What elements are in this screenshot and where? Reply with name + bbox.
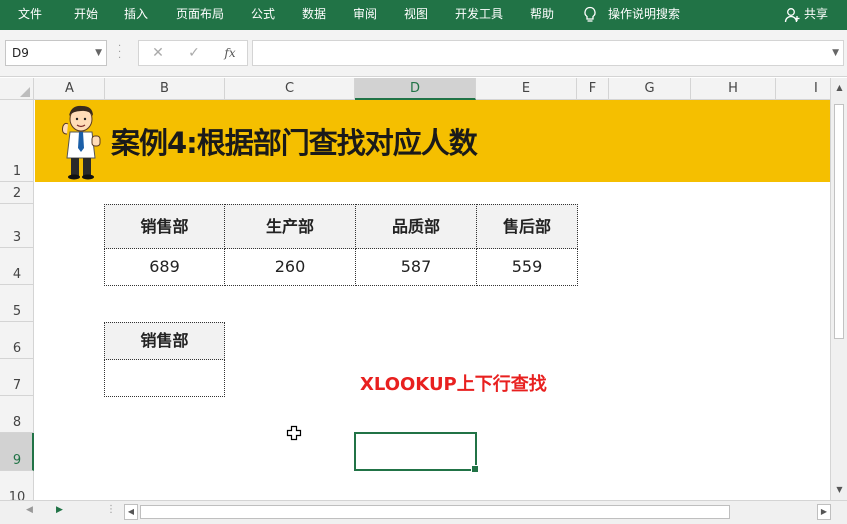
table-value-cell[interactable]: 689	[104, 248, 225, 286]
lookup-result-cell[interactable]	[104, 359, 225, 397]
tab-page-layout[interactable]: 页面布局	[176, 0, 224, 30]
name-box-value: D9	[12, 46, 29, 60]
sheet-navigation-bar: ◀ ▶ ⋮ ◀ ▶	[0, 500, 847, 524]
banner-title: 案例4:根据部门查找对应人数	[111, 126, 478, 160]
table-header-cell[interactable]: 售后部	[476, 204, 578, 249]
tab-splitter-icon[interactable]: ⋮	[106, 504, 116, 515]
chevron-down-icon[interactable]: ▼	[95, 41, 102, 65]
expand-formula-chevron-icon[interactable]: ▼	[832, 41, 839, 65]
scroll-left-icon[interactable]: ◀	[124, 504, 138, 520]
row-header-3[interactable]: 3	[0, 204, 34, 248]
formula-input[interactable]: ▼	[252, 40, 844, 66]
select-all-button[interactable]	[0, 78, 34, 100]
tab-developer[interactable]: 开发工具	[455, 0, 503, 30]
share-label: 共享	[804, 7, 829, 21]
row-header-5[interactable]: 5	[0, 285, 34, 322]
row-header-10[interactable]: 10	[0, 471, 34, 500]
ribbon-tab-bar: 文件 开始 插入 页面布局 公式 数据 审阅 视图 开发工具 帮助 操作说明搜索…	[0, 0, 847, 30]
row-header-7[interactable]: 7	[0, 359, 34, 396]
horizontal-scroll-thumb[interactable]	[140, 505, 730, 519]
formula-buttons: ✕ ✓ fx	[138, 40, 248, 66]
title-banner: 案例4:根据部门查找对应人数	[35, 100, 830, 182]
cell-cursor-icon	[286, 425, 302, 441]
row-header-8[interactable]: 8	[0, 396, 34, 433]
tab-help[interactable]: 帮助	[530, 0, 554, 30]
row-header-1[interactable]: 1	[0, 100, 34, 182]
row-header-4[interactable]: 4	[0, 248, 34, 285]
tell-me-search[interactable]: 操作说明搜索	[608, 0, 680, 30]
column-header-h[interactable]: H	[691, 78, 776, 100]
insert-function-button[interactable]: fx	[219, 41, 241, 65]
column-header-a[interactable]: A	[35, 78, 105, 100]
worksheet-grid: A B C D E F G H I 1 2 3 4 5 6 7 8 9 10 案…	[0, 78, 847, 500]
row-header-6[interactable]: 6	[0, 322, 34, 359]
table-header-cell[interactable]: 品质部	[355, 204, 477, 249]
column-header-g[interactable]: G	[609, 78, 691, 100]
active-cell-d9[interactable]	[354, 432, 479, 473]
horizontal-scrollbar[interactable]: ◀ ▶	[124, 504, 831, 520]
tab-file[interactable]: 文件	[18, 0, 42, 30]
businessman-mascot-icon	[62, 105, 101, 180]
row-header-2[interactable]: 2	[0, 182, 34, 204]
person-icon	[784, 8, 800, 23]
table-value-cell[interactable]: 260	[224, 248, 356, 286]
vertical-scrollbar[interactable]: ▲ ▼	[830, 78, 847, 500]
formula-bar-grip-icon[interactable]: · · ·	[118, 42, 122, 64]
tab-home[interactable]: 开始	[74, 0, 98, 30]
tab-formulas[interactable]: 公式	[251, 0, 275, 30]
table-value-cell[interactable]: 587	[355, 248, 477, 286]
table-header-cell[interactable]: 生产部	[224, 204, 356, 249]
column-header-f[interactable]: F	[577, 78, 609, 100]
cancel-icon[interactable]: ✕	[147, 41, 169, 65]
scroll-down-icon[interactable]: ▼	[831, 482, 847, 498]
formula-bar: D9 ▼ · · · ✕ ✓ fx ▼	[0, 30, 847, 77]
column-header-c[interactable]: C	[225, 78, 355, 100]
column-header-d[interactable]: D	[355, 78, 476, 100]
sheet-next-icon[interactable]: ▶	[56, 505, 63, 515]
enter-check-icon[interactable]: ✓	[183, 41, 205, 65]
tab-view[interactable]: 视图	[404, 0, 428, 30]
row-header-bar: 1 2 3 4 5 6 7 8 9 10	[0, 100, 34, 500]
tab-review[interactable]: 审阅	[353, 0, 377, 30]
scroll-up-icon[interactable]: ▲	[831, 80, 847, 96]
lookup-header-cell[interactable]: 销售部	[104, 322, 225, 360]
tab-data[interactable]: 数据	[302, 0, 326, 30]
cell-area[interactable]: 案例4:根据部门查找对应人数 销售部 生产部 品质部 售后部 689 260 5…	[35, 100, 830, 500]
column-header-b[interactable]: B	[105, 78, 225, 100]
column-header-e[interactable]: E	[476, 78, 577, 100]
fx-icon: fx	[224, 46, 236, 60]
table-header-cell[interactable]: 销售部	[104, 204, 225, 249]
row-header-9[interactable]: 9	[0, 433, 34, 471]
vertical-scroll-thumb[interactable]	[834, 104, 844, 339]
column-header-bar: A B C D E F G H I	[0, 78, 847, 100]
sheet-prev-icon[interactable]: ◀	[26, 505, 33, 515]
name-box[interactable]: D9 ▼	[5, 40, 107, 66]
table-value-cell[interactable]: 559	[476, 248, 578, 286]
tab-insert[interactable]: 插入	[124, 0, 148, 30]
lightbulb-icon[interactable]	[582, 6, 598, 24]
scroll-right-icon[interactable]: ▶	[817, 504, 831, 520]
xlookup-note: XLOOKUP上下行查找	[360, 374, 547, 395]
